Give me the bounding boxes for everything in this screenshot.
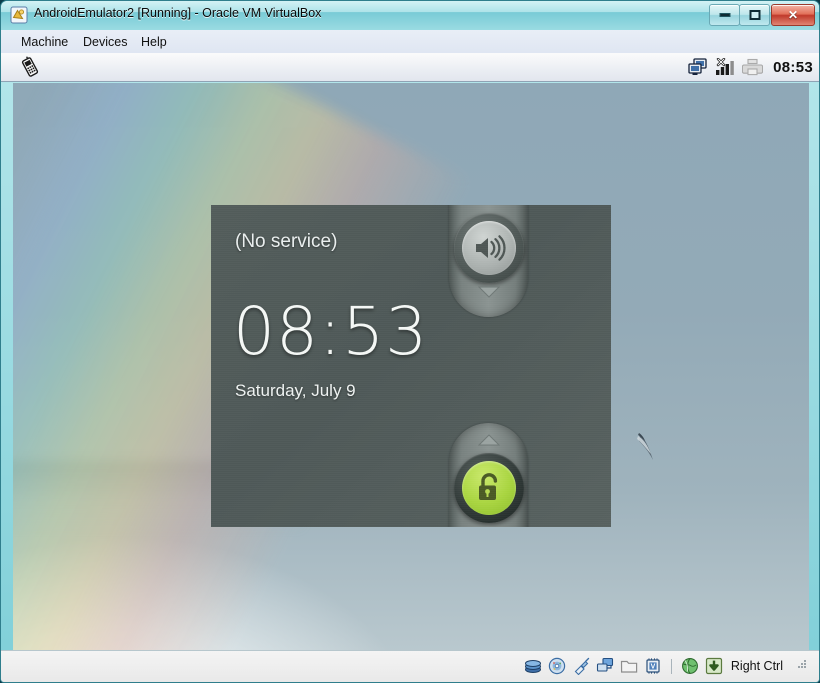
optical-disc-icon[interactable]: [548, 657, 566, 675]
host-key-label: Right Ctrl: [730, 659, 783, 673]
android-lock-screen[interactable]: (No service) 08:53 Saturday, July 9: [211, 205, 611, 527]
carrier-status-label: (No service): [235, 231, 338, 252]
padlock-unlocked-icon: [461, 461, 516, 515]
hard-disk-icon[interactable]: [524, 657, 542, 675]
sound-toggle-slider[interactable]: [449, 205, 528, 317]
network-adapters-icon[interactable]: [688, 58, 708, 76]
close-icon: ✕: [787, 8, 799, 22]
menu-item-devices[interactable]: Devices: [77, 34, 133, 50]
unlock-slider-knob[interactable]: [453, 453, 524, 523]
video-capture-icon[interactable]: V: [644, 657, 662, 675]
window-title: AndroidEmulator2 [Running] - Oracle VM V…: [34, 6, 322, 20]
sound-slider-knob[interactable]: [453, 213, 524, 283]
status-bar: V Right Ctrl: [1, 650, 819, 682]
host-key-icon[interactable]: [705, 657, 723, 675]
virtualbox-window: AndroidEmulator2 [Running] - Oracle VM V…: [0, 0, 820, 683]
mouse-integration-globe-icon[interactable]: [681, 657, 699, 675]
signal-bars-disconnected-icon[interactable]: [715, 58, 735, 76]
toolbar: 08:53: [1, 53, 819, 82]
usb-icon[interactable]: [572, 657, 590, 675]
mobile-phone-icon[interactable]: [15, 55, 45, 78]
status-bar-icons: V Right Ctrl: [524, 655, 807, 677]
menu-item-machine[interactable]: Machine: [15, 34, 74, 50]
arrow-up-icon: [477, 433, 500, 451]
flying-bird: [630, 428, 664, 468]
lock-screen-date: Saturday, July 9: [235, 381, 356, 400]
shared-folder-icon[interactable]: [620, 657, 638, 675]
minimize-button[interactable]: [709, 4, 740, 26]
menu-item-help[interactable]: Help: [135, 34, 173, 50]
close-button[interactable]: ✕: [771, 4, 815, 26]
status-separator: [670, 658, 672, 674]
arrow-down-icon: [477, 285, 500, 303]
resize-grip[interactable]: [795, 657, 807, 675]
lock-screen-clock: 08:53: [233, 293, 429, 370]
menu-bar: Machine Devices Help: [1, 30, 819, 54]
title-bar: AndroidEmulator2 [Running] - Oracle VM V…: [1, 1, 819, 31]
network-icon[interactable]: [596, 657, 614, 675]
unlock-slider[interactable]: [449, 423, 528, 527]
toolbar-clock: 08:53: [773, 58, 813, 76]
printer-icon[interactable]: [742, 58, 764, 76]
svg-text:V: V: [651, 664, 656, 671]
speaker-volume-icon: [461, 221, 516, 275]
toolbar-indicators: 08:53: [688, 55, 813, 79]
virtualbox-vm-icon: [10, 6, 28, 24]
maximize-button[interactable]: [739, 4, 770, 26]
vm-display[interactable]: (No service) 08:53 Saturday, July 9: [13, 83, 809, 651]
